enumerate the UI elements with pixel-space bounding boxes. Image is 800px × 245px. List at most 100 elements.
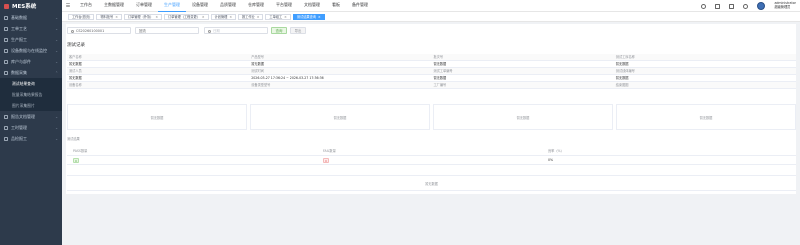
info-label: 产品型号 <box>249 54 432 60</box>
chevron-down-icon: ⌄ <box>55 125 58 130</box>
result-table-header: PASS数量 FAIL数量 良率（%） <box>67 147 796 156</box>
sidebar-item-data-collection[interactable]: 数据采集 ⌃ <box>0 67 62 78</box>
topnav-equipment[interactable]: 设备管理 <box>186 0 214 12</box>
topnav-master-data[interactable]: 主数据管理 <box>98 0 130 12</box>
topnav-platform[interactable]: 平台管理 <box>270 0 298 12</box>
info-label-row: 设备名称 设备类型型号 工厂编号 结束图图 <box>67 82 796 89</box>
info-value: 暂无数据 <box>433 62 447 66</box>
tag-home[interactable]: 工作台(首页) <box>68 13 95 20</box>
tag-label: 工作台(首页) <box>72 14 91 19</box>
sidebar-item-workorder[interactable]: 工单工艺 ⌄ <box>0 23 62 34</box>
sidebar-item-equipment[interactable]: 设备数据与在线监控 ⌄ <box>0 45 62 56</box>
station-input[interactable]: 回流 <box>135 27 199 34</box>
export-button[interactable]: 导出 <box>290 27 306 34</box>
sidebar-item-report-docs[interactable]: 报告文档管理 ⌄ <box>0 111 62 122</box>
date-picker[interactable]: 日期 <box>204 27 268 34</box>
main-content: CS20260100001 回流 日期 查询 导出 测试记录 客户名称 产品型号… <box>66 24 796 194</box>
home-icon <box>4 15 8 20</box>
fullscreen-icon[interactable] <box>715 3 721 9</box>
tag-report-work[interactable]: 报工作业 × <box>238 13 264 20</box>
chevron-down-icon: ⌄ <box>55 136 58 141</box>
close-icon[interactable]: × <box>284 15 287 19</box>
tag-order-outsource[interactable]: 订单管理（外协） × <box>123 13 163 20</box>
topnav-warehouse[interactable]: 仓库管理 <box>242 0 270 12</box>
chevron-down-icon: ⌄ <box>55 48 58 53</box>
info-label: 测试工序名称 <box>613 54 796 60</box>
box-icon <box>4 59 8 64</box>
sidebar-subitem-image[interactable]: 图片采集图片 <box>0 100 62 111</box>
tag-plan[interactable]: 计划管理 × <box>210 13 236 20</box>
empty-box: 暂无数据 <box>250 104 430 130</box>
info-label: 工厂编号 <box>431 82 614 88</box>
app-logo[interactable]: MES系统 <box>0 0 62 12</box>
empty-box: 暂无数据 <box>616 104 796 130</box>
info-value-row: 暂无数据 暂无数据 暂无数据 暂无数据 <box>67 61 796 68</box>
sidebar-item-production-report[interactable]: 生产报工 ⌄ <box>0 34 62 45</box>
sidebar-item-labor-hours[interactable]: 工时管理 ⌄ <box>0 122 62 133</box>
info-label: 设备名称 <box>67 82 250 88</box>
avatar[interactable] <box>757 2 766 10</box>
tag-order-ecn[interactable]: 订单管理（工程变更） × <box>164 13 209 20</box>
notification-icon[interactable] <box>743 3 749 9</box>
topnav-quality[interactable]: 品质管理 <box>214 0 242 12</box>
topnav-documents[interactable]: 文档管理 <box>298 0 326 12</box>
info-label: 测试线体编号 <box>613 68 796 74</box>
chevron-down-icon: ⌄ <box>55 114 58 119</box>
fail-badge: 0 <box>323 157 329 163</box>
info-label: 客户名称 <box>67 54 250 60</box>
top-menu: 工作台 主数据管理 订单管理 生产管理 设备管理 品质管理 仓库管理 平台管理 … <box>74 0 374 12</box>
topnav-production[interactable]: 生产管理 <box>158 0 186 12</box>
close-icon[interactable]: × <box>318 15 321 19</box>
column-header: 良率（%） <box>548 149 564 153</box>
tag-label: 计划管理 <box>214 14 228 19</box>
close-icon[interactable]: × <box>229 15 232 19</box>
topnav-spare-parts[interactable]: 备件管理 <box>346 0 374 12</box>
info-value: 暂无数据 <box>433 76 447 80</box>
topnav-orders[interactable]: 订单管理 <box>130 0 158 12</box>
sidebar-subitem-batch-report[interactable]: 批量采集结果报告 <box>0 89 62 100</box>
info-value-row: 暂无数据 2026-03-27 17:36:24 ~ 2026-03-27 17… <box>67 75 796 82</box>
info-value: 暂无数据 <box>251 62 264 66</box>
close-icon[interactable]: × <box>202 15 205 19</box>
sidebar-item-label: 报告文档管理 <box>11 113 35 119</box>
sidebar-item-label: 生产报工 <box>11 36 27 42</box>
sidebar-subitem-test-result[interactable]: 测试结果查询 <box>0 78 62 89</box>
query-button[interactable]: 查询 <box>271 27 287 34</box>
station-input-value: 回流 <box>139 29 146 33</box>
sidebar: MES系统 基础数据 ⌄ 工单工艺 ⌄ 生产报工 ⌄ 设备数据与在线监控 ⌄ 库户与部件… <box>0 0 62 245</box>
tag-label: 工单组工 <box>269 14 283 19</box>
info-value: 暂无数据 <box>69 76 82 80</box>
sidebar-item-base-data[interactable]: 基础数据 ⌄ <box>0 12 62 23</box>
topnav-workbench[interactable]: 工作台 <box>74 0 98 12</box>
info-label: 结束图图 <box>613 82 796 88</box>
tag-material-batch[interactable]: 物料批号 × <box>96 13 122 20</box>
sn-input[interactable]: CS20260100001 <box>67 27 131 34</box>
pass-cell: 0 <box>67 156 317 164</box>
tag-label: 订单管理（工程变更） <box>168 14 200 19</box>
logo-icon <box>4 3 9 9</box>
user-role: 超级管理员 <box>774 5 791 9</box>
tag-label: 物料批号 <box>100 14 114 19</box>
sidebar-item-quality-report[interactable]: 品检报工 ⌄ <box>0 133 62 144</box>
sidebar-item-label: 库户与部件 <box>11 58 31 64</box>
sidebar-item-label: 品检报工 <box>11 135 27 141</box>
sidebar-item-label: 测试结果查询 <box>12 80 35 86</box>
info-label: 设备类型型号 <box>249 82 432 88</box>
info-value: 2026-03-27 17:36:24 ~ 2026-03-27 17:36:3… <box>251 76 324 80</box>
info-label: 测试工单编号 <box>431 68 614 74</box>
close-icon[interactable]: × <box>155 15 158 19</box>
tag-test-result[interactable]: 测试结果查询 × <box>292 13 325 20</box>
sidebar-item-inventory[interactable]: 库户与部件 ⌄ <box>0 56 62 67</box>
user-info[interactable]: administrator 超级管理员 <box>774 1 796 10</box>
hamburger-icon[interactable]: ☰ <box>62 3 74 9</box>
close-icon[interactable]: × <box>115 15 118 19</box>
search-icon[interactable] <box>701 3 707 9</box>
close-icon[interactable]: × <box>257 15 260 19</box>
info-label-row: 客户名称 产品型号 批次号 测试工序名称 <box>67 54 796 61</box>
info-empty-boxes: 暂无数据 暂无数据 暂无数据 暂无数据 <box>67 104 796 130</box>
section-title: 测试记录 <box>67 43 85 48</box>
tag-workorder-group[interactable]: 工单组工 × <box>265 13 291 20</box>
font-size-icon[interactable] <box>729 3 735 9</box>
search-icon <box>71 29 74 33</box>
topnav-dashboard[interactable]: 看板 <box>326 0 346 12</box>
